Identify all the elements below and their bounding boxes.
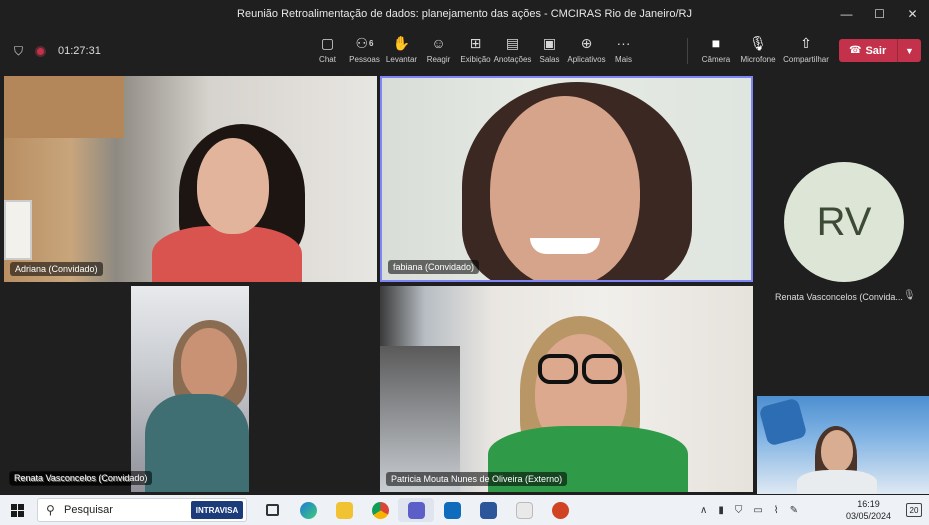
self-view-tile[interactable] [757,396,929,494]
shield-icon: ⛉ [14,43,24,58]
meeting-tools: ▢ Chat ⚇ 6 Pessoas ✋ Levantar ☺ Reagir ⊞ … [309,34,642,65]
logo-25-icon [758,397,808,447]
chat-button[interactable]: ▢ Chat [309,34,346,65]
chat-icon: ▢ [320,34,335,51]
security-icon[interactable]: ⛉ [735,505,743,516]
window-title: Reunião Retroalimentação de dados: plane… [237,8,692,20]
people-icon: ⚇ 6 [355,34,374,51]
network-icon[interactable]: ⌇ [774,505,779,516]
snipping-tool-icon[interactable] [506,498,542,522]
participant-name: Patricia Mouta Nunes de Oliveira (Extern… [386,472,568,486]
shelf [4,76,124,138]
windows-taskbar: ⚲ Pesquisar INTRAVISA ∧ ▮ ⛉ ▭ ⌇ ✎ 16:19 … [0,495,929,525]
search-icon: ⚲ [46,503,55,517]
apps-icon: ⊕ [580,34,593,51]
clock-date: 03/05/2024 [846,511,892,521]
window-controls: — ☐ ✕ [830,0,929,28]
video-tile-patricia[interactable]: Patricia Mouta Nunes de Oliveira (Extern… [380,286,753,492]
video-tile-fabiana[interactable]: fabiana (Convidado) [380,76,753,282]
minimize-button[interactable]: — [830,0,863,28]
search-input[interactable]: Pesquisar [64,504,113,516]
notification-count: 20 [909,505,919,515]
notes-button[interactable]: ▤ Anotações [494,34,532,65]
battery-icon[interactable]: ▭ [753,505,762,516]
participant-name: fabiana (Convidado) [388,260,480,274]
chevron-down-icon: ▼ [905,45,914,56]
task-view-icon[interactable] [254,498,290,522]
powerpoint-icon[interactable] [542,498,578,522]
taskbar-apps [254,498,578,522]
video-tile-renata [131,286,249,492]
avatar: RV [784,162,904,282]
edge-icon[interactable] [290,498,326,522]
share-button[interactable]: ⇧ Compartilhar [781,34,831,65]
microphone-button[interactable]: 🎙 Microfone [739,34,777,65]
file-explorer-icon[interactable] [326,498,362,522]
pen-icon[interactable]: ✎ [790,505,798,516]
chevron-up-icon[interactable]: ∧ [700,505,707,516]
taskbar-clock[interactable]: 16:19 03/05/2024 [846,498,891,522]
leave-options-button[interactable]: ▼ [897,39,921,62]
device-controls: ■ Câmera 🎙 Microfone ⇧ Compartilhar [697,34,835,65]
phone-hangup-icon: ☎ [849,45,862,56]
apps-button[interactable]: ⊕ Aplicativos [567,34,605,65]
toolbar-divider [687,38,688,64]
microphone-tray-icon[interactable]: ▮ [718,505,724,516]
view-icon: ⊞ [469,34,482,51]
close-button[interactable]: ✕ [896,0,929,28]
view-button[interactable]: ⊞ Exibição [457,34,494,65]
leave-button-group: ☎ Sair ▼ [839,39,921,62]
taskbar-search[interactable]: ⚲ Pesquisar INTRAVISA [37,498,247,522]
more-icon: ··· [616,35,631,51]
rooms-icon: ▣ [542,34,557,51]
mic-muted-icon: 🎙 [903,290,916,301]
participant-name-label: Renata Vasconcelos (Convidado) [9,471,153,485]
notifications-icon[interactable]: 20 [906,503,922,517]
react-button[interactable]: ☺ Reagir [420,34,457,64]
outlook-icon[interactable] [434,498,470,522]
more-button[interactable]: ··· Mais [605,34,642,64]
camera-icon: ■ [711,35,721,51]
windows-start-icon[interactable] [11,503,24,517]
avatar-tile-renata[interactable]: RV Renata Vasconcelos (Convida... 🎙 [757,76,929,394]
window-background [380,346,460,492]
people-button[interactable]: ⚇ 6 Pessoas [346,34,383,65]
raise-hand-button[interactable]: ✋ Levantar [383,34,420,65]
chrome-icon[interactable] [362,498,398,522]
meeting-timer: 01:27:31 [58,45,101,57]
participant-name: Adriana (Convidado) [10,262,103,276]
video-tile-adriana[interactable]: Adriana (Convidado) [4,76,377,282]
rooms-button[interactable]: ▣ Salas [531,34,568,65]
maximize-button[interactable]: ☐ [863,0,896,28]
wall-picture [4,200,32,260]
search-badge: INTRAVISA [191,501,243,519]
share-icon: ⇧ [800,34,812,51]
raise-hand-icon: ✋ [392,34,411,51]
people-count: 6 [369,38,374,48]
word-icon[interactable] [470,498,506,522]
teams-icon[interactable] [398,498,434,522]
title-bar: Reunião Retroalimentação de dados: plane… [0,0,929,28]
recording-icon [35,45,47,57]
meeting-toolbar: ⛉ 01:27:31 ▢ Chat ⚇ 6 Pessoas ✋ Levantar … [0,28,929,74]
camera-button[interactable]: ■ Câmera [697,34,735,64]
clock-time: 16:19 [857,499,880,509]
participant-name: Renata Vasconcelos (Convida... [775,292,903,302]
leave-button[interactable]: ☎ Sair [839,45,897,57]
notes-icon: ▤ [505,34,520,51]
renata-name-overlay: Renata Vasconcelos (Convidado) [4,467,153,489]
system-tray: ∧ ▮ ⛉ ▭ ⌇ ✎ [700,495,798,525]
react-icon: ☺ [431,35,446,51]
microphone-icon: 🎙 [749,34,767,51]
